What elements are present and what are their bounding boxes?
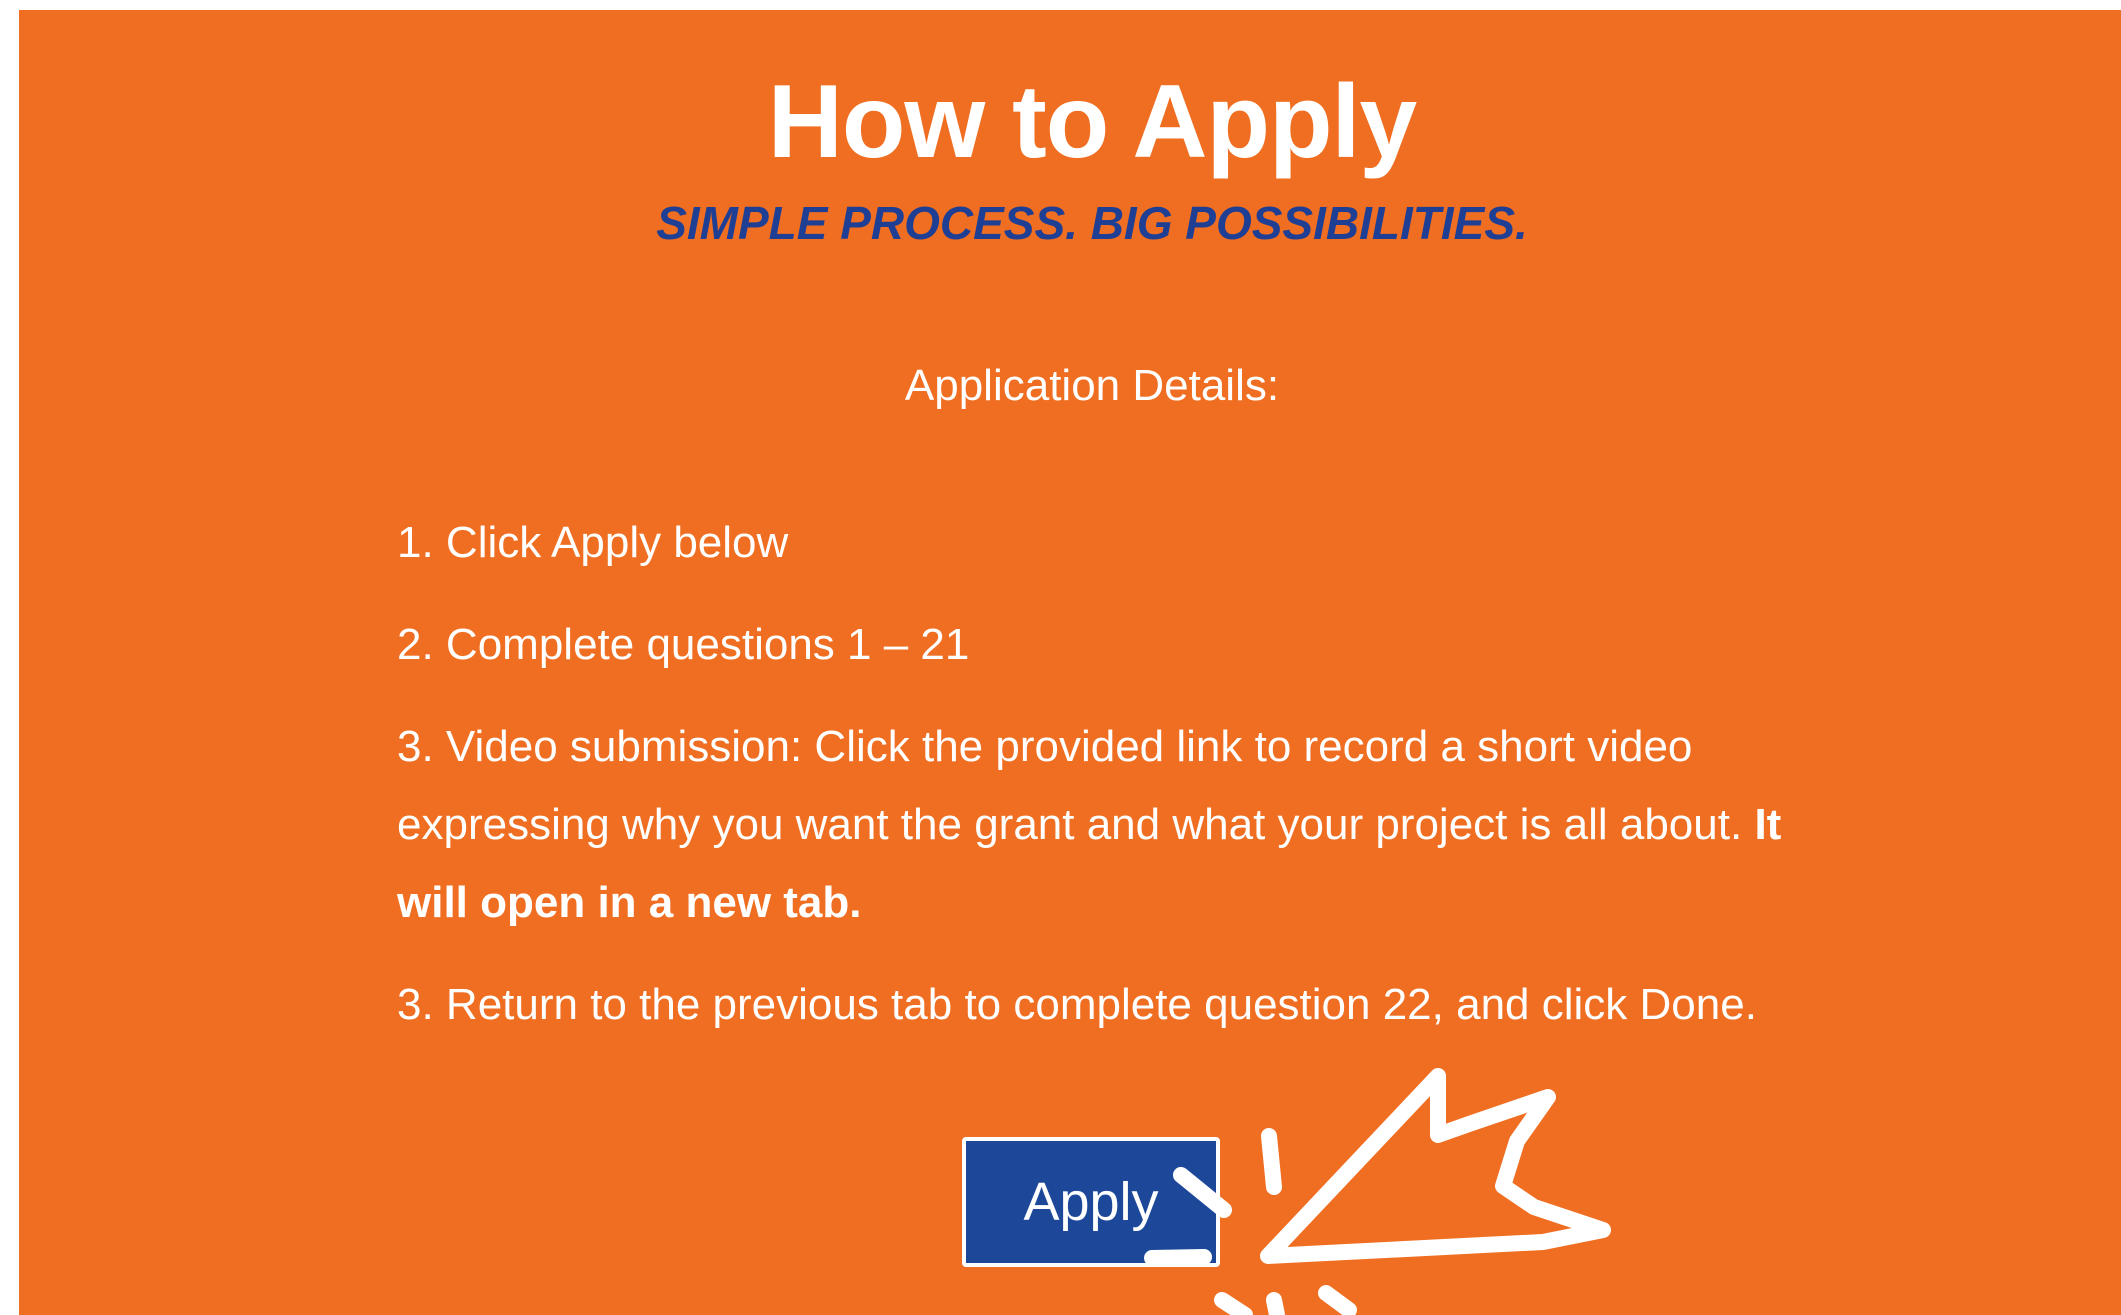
- section-tagline: SIMPLE PROCESS. BIG POSSIBILITIES.: [656, 197, 1528, 249]
- application-details-heading: Application Details:: [904, 361, 1280, 410]
- how-to-apply-section: How to Apply SIMPLE PROCESS. BIG POSSIBI…: [19, 10, 2121, 1315]
- click-ray-bottom: [1266, 1292, 1285, 1315]
- cursor-arrow: [1260, 1068, 1611, 1264]
- click-ray-bottom-left: [1214, 1292, 1253, 1315]
- step-4: 3. Return to the previous tab to complet…: [397, 980, 1757, 1029]
- click-ray-bottom-right: [1318, 1285, 1357, 1315]
- step-3-text: 3. Video submission: Click the provided …: [397, 722, 1743, 849]
- step-2: 2. Complete questions 1 – 21: [397, 620, 970, 669]
- step-1: 1. Click Apply below: [397, 518, 789, 567]
- apply-button[interactable]: Apply: [962, 1137, 1220, 1267]
- click-ray-top: [1261, 1128, 1282, 1195]
- section-title: How to Apply: [767, 64, 1418, 180]
- application-steps-list: 1. Click Apply below 2. Complete questio…: [397, 504, 1857, 1068]
- step-3: 3. Video submission: Click the provided …: [397, 708, 1857, 942]
